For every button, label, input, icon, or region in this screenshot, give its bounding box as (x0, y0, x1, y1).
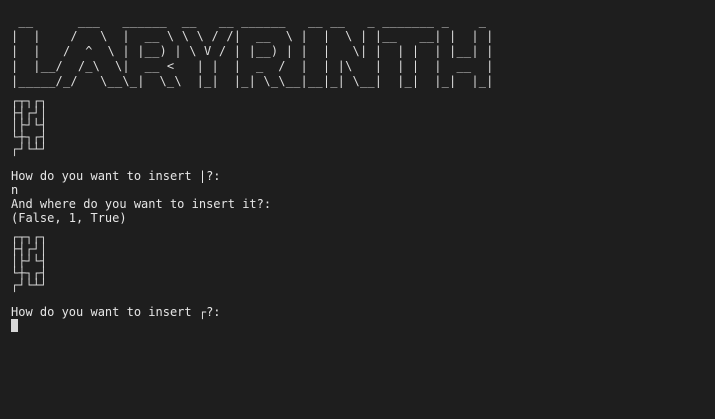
terminal-window: __ ___ ______ __ __ ______ __ __ _ _____… (11, 14, 715, 419)
position-prompt: And where do you want to insert it?: (11, 197, 272, 211)
labyrinth-ascii-banner: __ ___ ______ __ __ ______ __ __ _ _____… (11, 14, 494, 88)
insert-prompt-2: How do you want to insert ┌?: (11, 305, 221, 319)
maze-board-2: ┌┬┐┌┐ ├┤┌┘│ │├┘└┤ └┼┐┌┤ ┌┘└┴┘ (11, 230, 48, 292)
insert-answer-1: n (11, 183, 19, 197)
text-cursor (11, 319, 18, 332)
insert-prompt-1: How do you want to insert |?: (11, 169, 221, 183)
maze-board-1: ┌┬┐┌┐ ├┤┌┘│ │├┘└┤ └┼┐┌┤ ┌┘└┴┘ (11, 94, 48, 156)
terminal-input-line[interactable] (11, 319, 715, 333)
position-answer: (False, 1, True) (11, 211, 127, 225)
